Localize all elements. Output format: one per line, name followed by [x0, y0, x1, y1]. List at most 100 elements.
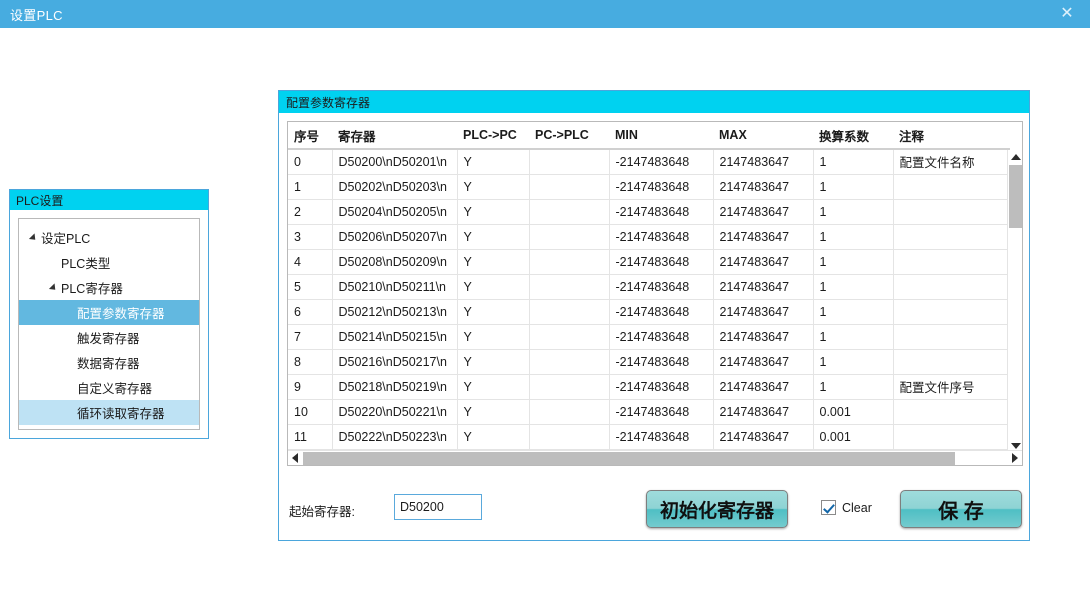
tree-expand-icon[interactable] — [28, 232, 39, 243]
table-cell[interactable]: 0.001 — [813, 424, 894, 450]
table-cell[interactable] — [893, 249, 1010, 275]
table-cell[interactable]: -2147483648 — [609, 349, 714, 375]
table-cell[interactable]: Y — [457, 299, 530, 325]
save-button[interactable]: 保 存 — [900, 490, 1022, 528]
table-cell[interactable]: 1 — [813, 149, 894, 175]
table-cell[interactable] — [893, 399, 1010, 425]
table-cell[interactable]: 2147483647 — [713, 174, 814, 200]
table-cell[interactable]: Y — [457, 199, 530, 225]
table-cell[interactable] — [893, 349, 1010, 375]
table-cell[interactable]: 2147483647 — [713, 324, 814, 350]
table-cell[interactable]: -2147483648 — [609, 424, 714, 450]
table-cell[interactable] — [893, 199, 1010, 225]
sidebar-tree-item[interactable]: PLC寄存器 — [19, 275, 199, 300]
table-cell[interactable] — [529, 399, 610, 425]
triangle-right-icon[interactable] — [1008, 451, 1022, 465]
table-cell[interactable]: Y — [457, 274, 530, 300]
table-column-header[interactable]: MAX — [713, 122, 813, 150]
horizontal-scrollbar[interactable] — [288, 450, 1022, 465]
sidebar-tree-item[interactable]: 循环读取寄存器 — [19, 400, 199, 425]
table-row[interactable]: 5 D50210\nD50211\n Y -2147483648 2147483647 1 — [288, 274, 1010, 300]
table-cell[interactable]: Y — [457, 399, 530, 425]
table-cell[interactable]: Y — [457, 149, 530, 175]
table-cell[interactable]: -2147483648 — [609, 374, 714, 400]
table-row[interactable]: 4 D50208\nD50209\n Y -2147483648 2147483647 1 — [288, 249, 1010, 275]
triangle-left-icon[interactable] — [288, 451, 302, 465]
table-row[interactable]: 6 D50212\nD50213\n Y -2147483648 2147483647 1 — [288, 299, 1010, 325]
table-cell[interactable] — [893, 274, 1010, 300]
table-cell[interactable]: -2147483648 — [609, 224, 714, 250]
table-cell[interactable]: 配置文件序号 — [893, 374, 1010, 400]
table-row[interactable]: 7 D50214\nD50215\n Y -2147483648 2147483647 1 — [288, 324, 1010, 350]
table-cell[interactable]: D50210\nD50211\n — [332, 274, 458, 300]
table-cell[interactable]: 9 — [288, 374, 333, 400]
table-cell[interactable]: Y — [457, 249, 530, 275]
table-cell[interactable]: 2147483647 — [713, 274, 814, 300]
table-cell[interactable]: 2147483647 — [713, 299, 814, 325]
table-cell[interactable]: 1 — [288, 174, 333, 200]
table-cell[interactable]: 1 — [813, 274, 894, 300]
table-cell[interactable]: 1 — [813, 174, 894, 200]
table-cell[interactable]: 2147483647 — [713, 399, 814, 425]
table-cell[interactable] — [529, 224, 610, 250]
table-cell[interactable]: 2147483647 — [713, 199, 814, 225]
table-cell[interactable]: 6 — [288, 299, 333, 325]
vertical-scrollbar[interactable] — [1007, 150, 1022, 452]
close-icon[interactable]: ✕ — [1044, 0, 1090, 28]
table-row[interactable]: 11 D50222\nD50223\n Y -2147483648 2147483647… — [288, 424, 1010, 450]
sidebar-tree-item[interactable]: 触发寄存器 — [19, 325, 199, 350]
table-cell[interactable]: 5 — [288, 274, 333, 300]
table-column-header[interactable]: PC->PLC — [529, 122, 609, 150]
table-cell[interactable]: 0.001 — [813, 399, 894, 425]
table-cell[interactable]: -2147483648 — [609, 199, 714, 225]
tree-expand-icon[interactable] — [48, 282, 59, 293]
table-cell[interactable]: D50212\nD50213\n — [332, 299, 458, 325]
table-cell[interactable]: 2147483647 — [713, 224, 814, 250]
table-cell[interactable]: D50222\nD50223\n — [332, 424, 458, 450]
table-cell[interactable]: Y — [457, 374, 530, 400]
sidebar-tree-item[interactable]: PLC类型 — [19, 250, 199, 275]
table-row[interactable]: 3 D50206\nD50207\n Y -2147483648 2147483647 1 — [288, 224, 1010, 250]
horizontal-scrollbar-thumb[interactable] — [303, 451, 955, 465]
table-cell[interactable]: D50218\nD50219\n — [332, 374, 458, 400]
table-cell[interactable] — [529, 149, 610, 175]
table-cell[interactable]: 4 — [288, 249, 333, 275]
table-row[interactable]: 10 D50220\nD50221\n Y -2147483648 2147483647… — [288, 399, 1010, 425]
table-cell[interactable]: Y — [457, 224, 530, 250]
table-cell[interactable]: 1 — [813, 249, 894, 275]
table-cell[interactable]: 2147483647 — [713, 149, 814, 175]
clear-checkbox[interactable]: Clear — [821, 500, 872, 515]
table-cell[interactable]: -2147483648 — [609, 274, 714, 300]
table-column-header[interactable]: PLC->PC — [457, 122, 529, 150]
table-cell[interactable]: D50220\nD50221\n — [332, 399, 458, 425]
table-cell[interactable]: Y — [457, 174, 530, 200]
table-column-header[interactable]: MIN — [609, 122, 713, 150]
table-column-header[interactable]: 注释 — [893, 122, 1010, 150]
table-cell[interactable]: 配置文件名称 — [893, 149, 1010, 175]
table-cell[interactable]: Y — [457, 424, 530, 450]
table-cell[interactable] — [529, 324, 610, 350]
checkbox-check-icon[interactable] — [821, 500, 836, 515]
table-cell[interactable]: D50208\nD50209\n — [332, 249, 458, 275]
table-cell[interactable]: 2 — [288, 199, 333, 225]
sidebar-tree-item[interactable]: 配置参数寄存器 — [19, 300, 199, 325]
table-cell[interactable]: 2147483647 — [713, 249, 814, 275]
table-column-header[interactable]: 换算系数 — [813, 122, 893, 150]
vertical-scrollbar-thumb[interactable] — [1009, 165, 1022, 228]
table-cell[interactable] — [529, 249, 610, 275]
table-cell[interactable]: 2147483647 — [713, 349, 814, 375]
start-register-input[interactable] — [394, 494, 482, 520]
table-cell[interactable]: -2147483648 — [609, 149, 714, 175]
table-cell[interactable]: 11 — [288, 424, 333, 450]
table-cell[interactable] — [529, 174, 610, 200]
table-cell[interactable]: D50204\nD50205\n — [332, 199, 458, 225]
table-cell[interactable] — [529, 199, 610, 225]
table-cell[interactable]: -2147483648 — [609, 299, 714, 325]
table-cell[interactable]: 2147483647 — [713, 374, 814, 400]
table-cell[interactable]: Y — [457, 349, 530, 375]
table-cell[interactable]: 8 — [288, 349, 333, 375]
table-cell[interactable]: 1 — [813, 324, 894, 350]
table-cell[interactable] — [893, 174, 1010, 200]
table-cell[interactable]: -2147483648 — [609, 174, 714, 200]
table-cell[interactable]: 0 — [288, 149, 333, 175]
